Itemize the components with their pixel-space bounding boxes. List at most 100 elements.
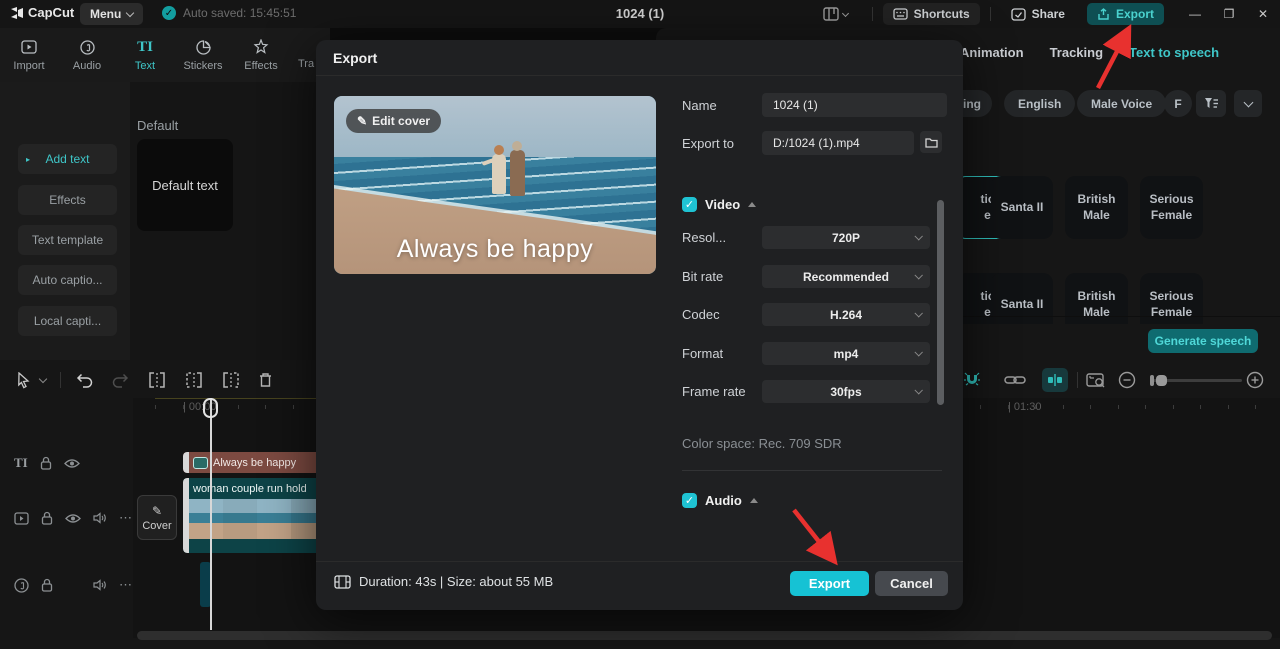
export-to-label: Export to	[682, 136, 735, 151]
format-dropdown[interactable]: mp4	[762, 342, 930, 365]
chip-english[interactable]: English	[1004, 90, 1076, 117]
voice-card-british-male[interactable]: British Male	[1065, 176, 1128, 239]
export-path-input[interactable]: D:/1024 (1).mp4	[762, 131, 914, 155]
menu-label: Menu	[90, 7, 122, 21]
dropdown-value: mp4	[833, 346, 859, 361]
timeline-zoom-slider[interactable]	[1150, 370, 1242, 390]
audio-section-title: Audio	[705, 493, 742, 508]
tab-animation[interactable]: Animation	[960, 45, 1024, 60]
undo-button[interactable]	[76, 370, 93, 390]
cancel-button[interactable]: Cancel	[875, 571, 948, 596]
resolution-label: Resol...	[682, 230, 727, 245]
audio-section-header[interactable]: ✓ Audio	[682, 493, 758, 508]
dropdown-value: Recommended	[802, 269, 890, 284]
sidebar-item-local-captions[interactable]: Local capti...	[18, 306, 117, 336]
chip-label: Male Voice	[1091, 96, 1153, 111]
timeline-scrollbar[interactable]	[137, 631, 1272, 640]
chip-label: ing	[963, 96, 981, 111]
preview-zoom-button[interactable]	[1086, 370, 1107, 390]
split-button[interactable]	[148, 370, 166, 390]
sidebar-label: Add text	[45, 152, 90, 166]
generate-speech-button[interactable]: Generate speech	[1148, 329, 1258, 353]
tab-stickers[interactable]: Stickers	[174, 28, 232, 82]
chip-partial-right[interactable]: F	[1164, 90, 1192, 117]
layout-switcher[interactable]	[822, 7, 849, 21]
dialog-title: Export	[333, 50, 378, 66]
color-space-info: Color space: Rec. 709 SDR	[682, 436, 842, 451]
dialog-scrollbar[interactable]	[937, 200, 944, 405]
duration-size-label: Duration: 43s | Size: about 55 MB	[359, 574, 554, 589]
tab-tracking[interactable]: Tracking	[1050, 45, 1103, 60]
sidebar-item-add-text[interactable]: ▸ Add text	[18, 144, 117, 174]
select-tool-button[interactable]	[16, 370, 31, 390]
default-text-card[interactable]: Default text	[137, 139, 233, 231]
magnet-toggle[interactable]	[962, 370, 982, 390]
shortcuts-button[interactable]: Shortcuts	[882, 3, 980, 25]
clip-trim-handle[interactable]	[183, 452, 189, 473]
playhead-handle[interactable]	[203, 398, 218, 418]
minimize-button[interactable]: —	[1178, 7, 1212, 21]
zoom-in-button[interactable]	[1246, 370, 1264, 390]
lock-icon[interactable]	[40, 456, 52, 470]
sidebar-item-text-template[interactable]: Text template	[18, 225, 117, 255]
close-button[interactable]: ✕	[1246, 7, 1280, 21]
sidebar-item-auto-captions[interactable]: Auto captio...	[18, 265, 117, 295]
voice-card-serious-female[interactable]: Serious Female	[1140, 176, 1203, 239]
titlebar: CapCut Menu ✓ Auto saved: 15:45:51 1024 …	[0, 0, 1280, 28]
playhead-line[interactable]	[210, 398, 212, 630]
text-clip[interactable]: Always be happy	[183, 452, 320, 473]
lock-icon[interactable]	[41, 511, 53, 525]
tab-audio[interactable]: Audio	[58, 28, 116, 82]
video-section-header[interactable]: ✓ Video	[682, 197, 757, 212]
eye-icon[interactable]	[63, 458, 80, 469]
eye-icon[interactable]	[65, 513, 81, 524]
sidebar-item-effects[interactable]: Effects	[18, 185, 117, 215]
share-label: Share	[1031, 7, 1065, 21]
text-sidebar: ▸ Add text Effects Text template Auto ca…	[0, 82, 130, 360]
select-tool-dropdown[interactable]	[38, 370, 48, 390]
tab-transitions-partial[interactable]: Tra	[298, 58, 314, 70]
share-button[interactable]: Share	[1001, 3, 1075, 25]
framerate-dropdown[interactable]: 30fps	[762, 380, 930, 403]
link-toggle[interactable]	[1004, 370, 1026, 390]
resolution-dropdown[interactable]: 720P	[762, 226, 930, 249]
slider-handle[interactable]	[1156, 374, 1167, 386]
cover-button[interactable]: ✎ Cover	[137, 495, 177, 540]
export-button-top[interactable]: Export	[1086, 3, 1164, 25]
tab-text[interactable]: TI Text	[116, 28, 174, 82]
tab-text-to-speech[interactable]: Text to speech	[1129, 45, 1219, 60]
menu-button[interactable]: Menu	[80, 3, 144, 25]
chip-male-voice[interactable]: Male Voice	[1077, 90, 1167, 117]
bitrate-dropdown[interactable]: Recommended	[762, 265, 930, 288]
tab-import[interactable]: Import	[0, 28, 58, 82]
collapse-caret-icon[interactable]	[748, 202, 757, 207]
delete-right-button[interactable]	[222, 370, 240, 390]
audio-track-icon	[14, 577, 29, 593]
export-confirm-button[interactable]: Export	[790, 571, 869, 596]
browse-folder-button[interactable]	[920, 131, 942, 153]
undo-icon	[76, 373, 93, 388]
filter-button[interactable]	[1196, 90, 1226, 117]
more-options-icon[interactable]: ⋯	[119, 510, 133, 526]
redo-button[interactable]	[112, 370, 129, 390]
codec-dropdown[interactable]: H.264	[762, 303, 930, 326]
pencil-icon: ✎	[151, 503, 163, 518]
voice-card-santa[interactable]: Santa II	[991, 176, 1053, 239]
speaker-icon[interactable]	[93, 512, 107, 524]
lock-icon[interactable]	[41, 578, 53, 592]
snap-toggle[interactable]	[1042, 368, 1068, 392]
collapse-caret-icon[interactable]	[749, 498, 758, 503]
tab-effects[interactable]: Effects	[232, 28, 290, 82]
delete-left-button[interactable]	[185, 370, 203, 390]
maximize-button[interactable]: ❐	[1212, 7, 1246, 21]
zoom-out-button[interactable]	[1118, 370, 1136, 390]
collapse-filters-button[interactable]	[1234, 90, 1262, 117]
video-checkbox[interactable]: ✓	[682, 197, 697, 212]
more-options-icon[interactable]: ⋯	[119, 577, 133, 593]
name-input[interactable]: 1024 (1)	[762, 93, 947, 117]
delete-button[interactable]	[258, 370, 273, 390]
audio-checkbox[interactable]: ✓	[682, 493, 697, 508]
speaker-icon[interactable]	[93, 579, 107, 591]
edit-cover-button[interactable]: ✎ Edit cover	[346, 109, 442, 133]
video-clip[interactable]: woman couple run hold	[183, 478, 320, 553]
